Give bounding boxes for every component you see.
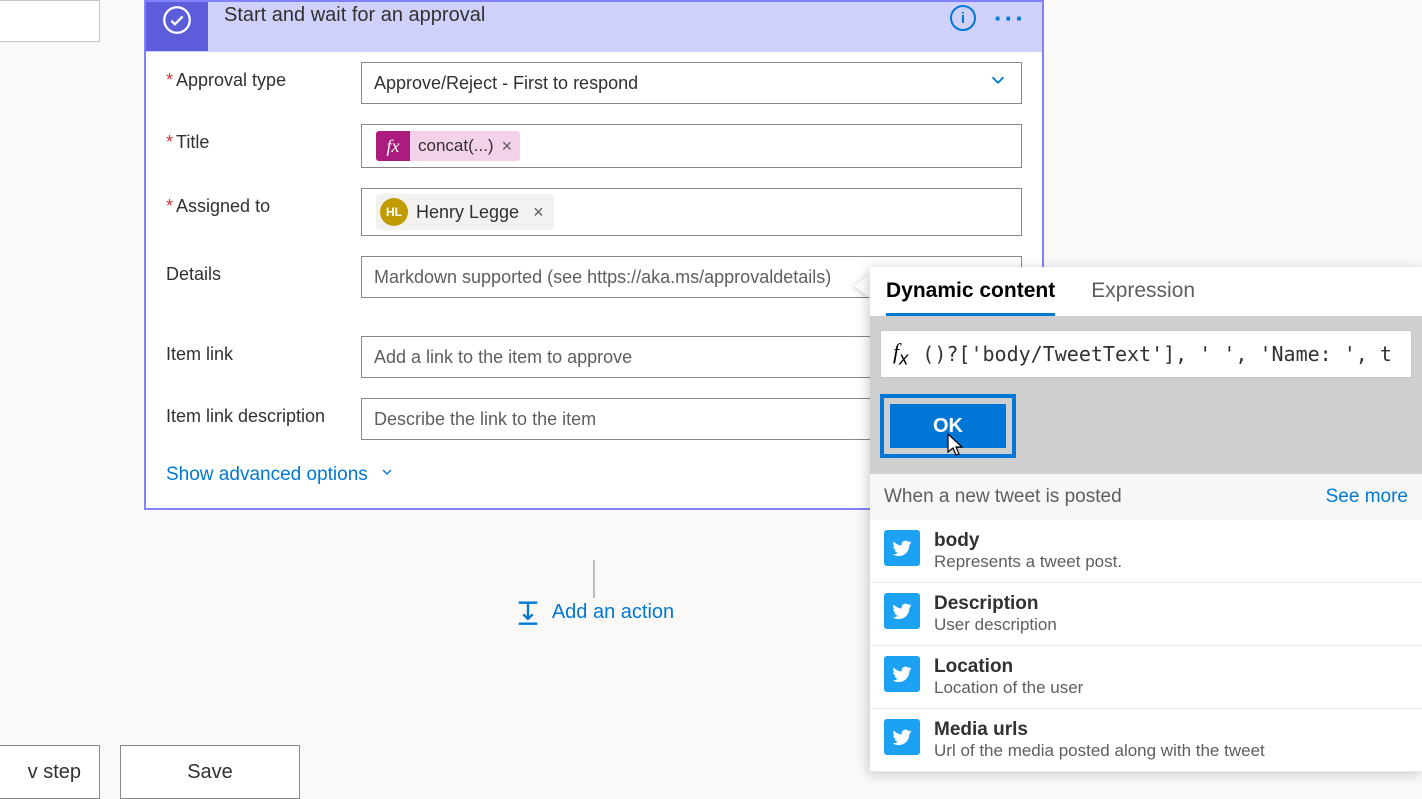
twitter-icon xyxy=(884,656,920,692)
item-title: Description xyxy=(934,593,1057,615)
list-item[interactable]: Media urls Url of the media posted along… xyxy=(870,709,1422,772)
card-title: Start and wait for an approval xyxy=(224,4,950,27)
item-link-label: Item link xyxy=(166,336,361,365)
dynamic-content-list: body Represents a tweet post. Descriptio… xyxy=(870,520,1422,772)
item-link-desc-label: Item link description xyxy=(166,398,361,427)
avatar: HL xyxy=(380,198,408,226)
show-advanced-link[interactable]: Show advanced options xyxy=(166,464,395,485)
title-input[interactable]: fx concat(...) × xyxy=(361,124,1022,168)
assigned-to-input[interactable]: HL Henry Legge × xyxy=(361,188,1022,236)
save-button[interactable]: Save xyxy=(120,745,300,799)
person-name: Henry Legge xyxy=(416,202,519,223)
ok-button[interactable]: OK xyxy=(890,404,1006,448)
item-link-desc-placeholder: Describe the link to the item xyxy=(374,409,596,430)
tab-dynamic-content[interactable]: Dynamic content xyxy=(886,279,1055,316)
item-link-placeholder: Add a link to the item to approve xyxy=(374,347,632,368)
left-panel-fragment xyxy=(0,0,100,42)
fx-icon: fx xyxy=(893,339,908,369)
details-label: Details xyxy=(166,256,361,285)
item-desc: User description xyxy=(934,615,1057,635)
fx-icon: fx xyxy=(376,131,410,161)
dynamic-content-popup: Dynamic content Expression fx ()?['body/… xyxy=(870,267,1422,772)
assigned-to-label: Assigned to xyxy=(166,188,361,217)
approval-type-select[interactable]: Approve/Reject - First to respond xyxy=(361,62,1022,104)
chevron-down-icon xyxy=(987,69,1009,97)
insert-step-icon xyxy=(514,598,542,626)
chevron-down-icon xyxy=(379,467,395,484)
ok-button-highlight: OK xyxy=(880,394,1016,458)
item-title: Media urls xyxy=(934,719,1265,741)
trigger-name: When a new tweet is posted xyxy=(884,486,1122,508)
item-desc: Url of the media posted along with the t… xyxy=(934,741,1265,761)
item-desc: Location of the user xyxy=(934,678,1083,698)
more-icon[interactable]: ··· xyxy=(994,3,1026,34)
popup-pointer xyxy=(854,274,870,298)
details-placeholder: Markdown supported (see https://aka.ms/a… xyxy=(374,267,831,288)
expression-area: fx ()?['body/TweetText'], ' ', 'Name: ',… xyxy=(870,316,1422,474)
approval-icon xyxy=(146,2,208,51)
card-header: Start and wait for an approval i ··· xyxy=(146,2,1042,52)
add-action-button[interactable]: Add an action xyxy=(514,598,674,626)
see-more-link[interactable]: See more xyxy=(1326,486,1408,508)
add-action-label: Add an action xyxy=(552,601,674,624)
remove-person-icon[interactable]: × xyxy=(533,202,544,223)
expression-input[interactable]: fx ()?['body/TweetText'], ' ', 'Name: ',… xyxy=(880,330,1412,378)
new-step-button[interactable]: v step xyxy=(0,745,100,799)
item-desc: Represents a tweet post. xyxy=(934,552,1122,572)
item-title: body xyxy=(934,530,1122,552)
expression-chip[interactable]: fx concat(...) × xyxy=(376,131,520,161)
approval-type-value: Approve/Reject - First to respond xyxy=(374,73,638,94)
twitter-icon xyxy=(884,593,920,629)
expression-text: ()?['body/TweetText'], ' ', 'Name: ', t xyxy=(922,342,1392,366)
info-icon[interactable]: i xyxy=(950,5,976,31)
item-title: Location xyxy=(934,656,1083,678)
remove-chip-icon[interactable]: × xyxy=(502,136,513,157)
list-item[interactable]: Location Location of the user xyxy=(870,646,1422,709)
expression-chip-text: concat(...) xyxy=(410,136,502,156)
tab-expression[interactable]: Expression xyxy=(1091,279,1195,316)
twitter-icon xyxy=(884,530,920,566)
approval-type-label: Approval type xyxy=(166,62,361,91)
person-chip[interactable]: HL Henry Legge × xyxy=(376,194,554,230)
trigger-section-header: When a new tweet is posted See more xyxy=(870,474,1422,520)
ok-label: OK xyxy=(933,415,963,438)
twitter-icon xyxy=(884,719,920,755)
list-item[interactable]: body Represents a tweet post. xyxy=(870,520,1422,583)
list-item[interactable]: Description User description xyxy=(870,583,1422,646)
title-label: Title xyxy=(166,124,361,153)
